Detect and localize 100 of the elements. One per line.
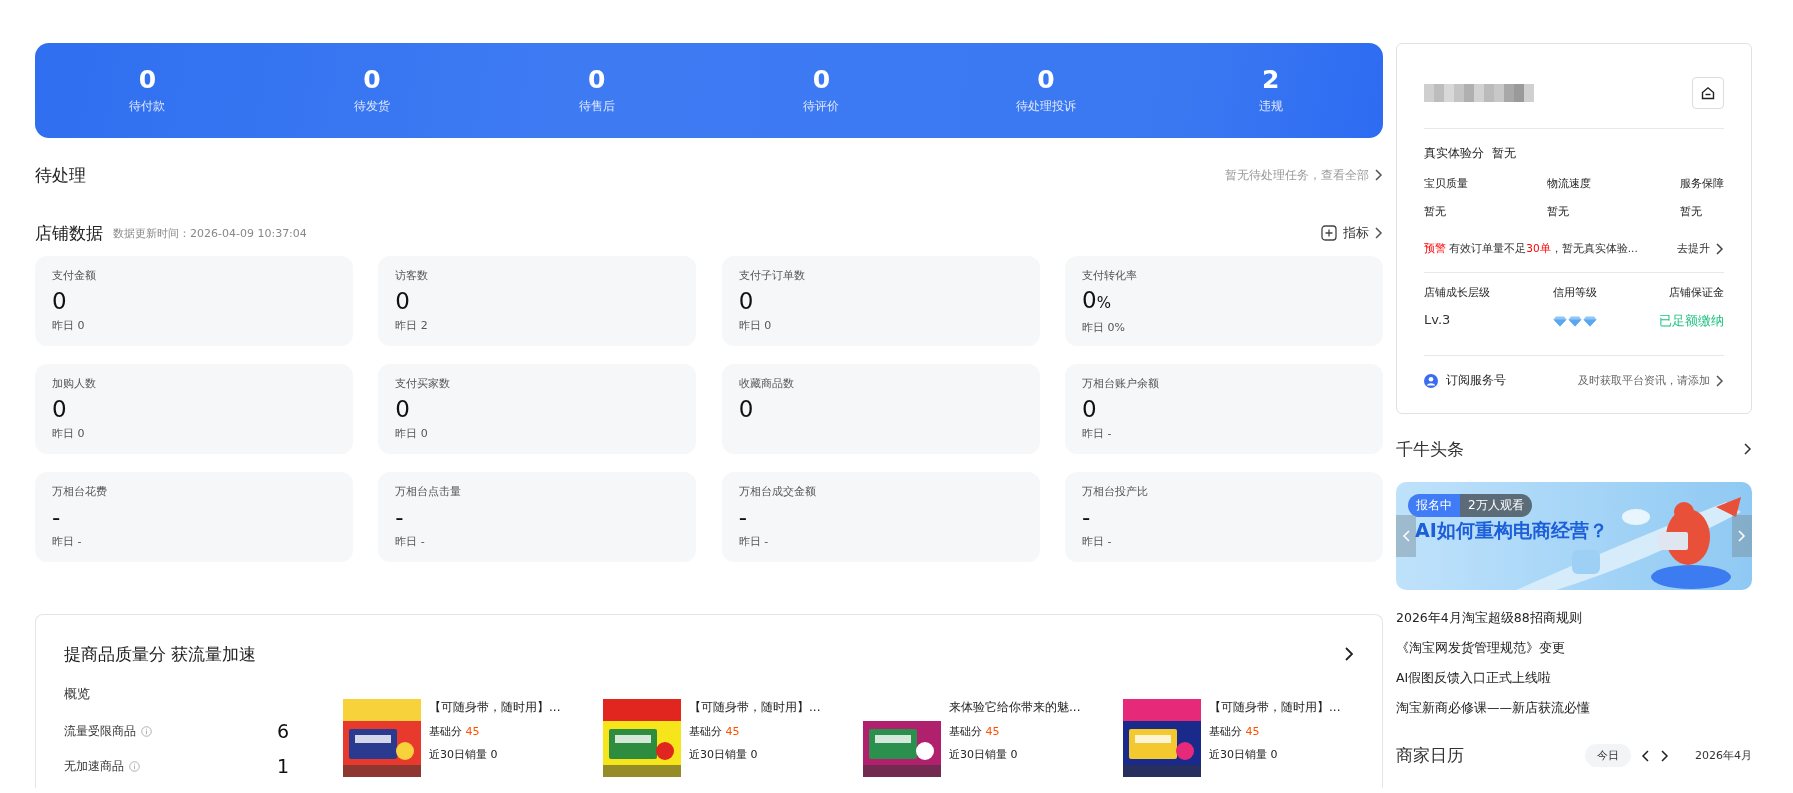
diamond-icon bbox=[1552, 315, 1567, 327]
diamond-icon bbox=[1567, 315, 1582, 327]
product-title[interactable]: 来体验它给你带来的魅... bbox=[949, 699, 1081, 716]
level-label: 店铺成长层级 bbox=[1424, 285, 1490, 300]
metric-value: - bbox=[52, 503, 62, 532]
metric-value: 0 bbox=[52, 395, 68, 424]
status-label[interactable]: 待付款 bbox=[129, 97, 166, 115]
score-label: 宝贝质量 bbox=[1424, 176, 1468, 191]
prev-month-button[interactable] bbox=[1641, 748, 1651, 763]
news-link[interactable]: 淘宝新商必修课——新店获流必懂 bbox=[1396, 700, 1752, 718]
news-link[interactable]: 2026年4月淘宝超级88招商规则 bbox=[1396, 610, 1752, 628]
metric-label: 支付转化率 bbox=[1082, 268, 1138, 283]
yesterday-value: 昨日 - bbox=[1082, 534, 1113, 549]
metric-card[interactable]: 万相台投产比 - 昨日 - bbox=[1065, 472, 1383, 562]
metric-label: 支付子订单数 bbox=[738, 268, 806, 284]
next-month-button[interactable] bbox=[1661, 748, 1671, 763]
section-title: 待处理 bbox=[35, 163, 86, 187]
metric-card[interactable]: 万相台花费 - 昨日 - bbox=[35, 472, 353, 562]
panel-title: 提商品质量分 获流量加速 bbox=[64, 642, 257, 666]
subscribe-link[interactable]: 及时获取平台资讯，请添加 bbox=[1578, 373, 1724, 388]
plus-icon bbox=[1321, 225, 1337, 241]
metric-value: - bbox=[395, 503, 405, 532]
metric-card[interactable]: 支付转化率 0% 昨日 0% bbox=[1065, 256, 1383, 346]
yesterday-value: 昨日 0% bbox=[1082, 320, 1126, 335]
yesterday-value: 昨日 - bbox=[1082, 426, 1113, 441]
metric-label: 万相台花费 bbox=[52, 484, 108, 500]
yesterday-value: 昨日 0 bbox=[395, 426, 429, 441]
status-count[interactable]: 0 bbox=[812, 66, 831, 92]
status-count[interactable]: 2 bbox=[1262, 66, 1280, 92]
yesterday-value: 昨日 0 bbox=[52, 318, 86, 333]
info-icon bbox=[129, 760, 140, 772]
score-value: 暂无 bbox=[1424, 204, 1447, 219]
chevron-icon bbox=[1716, 374, 1724, 387]
metric-card[interactable]: 万相台成交金额 - 昨日 - bbox=[721, 472, 1040, 562]
metric-label: 万相台成交金额 bbox=[738, 484, 817, 500]
status-count[interactable]: 0 bbox=[587, 66, 606, 92]
home-button[interactable] bbox=[1692, 77, 1724, 109]
level-label: 店铺保证金 bbox=[1669, 285, 1724, 300]
metric-label: 万相台投产比 bbox=[1082, 484, 1149, 500]
metrics-button[interactable]: 指标 bbox=[1321, 224, 1383, 242]
today-button[interactable]: 今日 bbox=[1585, 744, 1631, 767]
status-count[interactable]: 0 bbox=[138, 66, 157, 92]
overview-label: 无加速商品 bbox=[64, 757, 124, 775]
yesterday-value: 昨日 - bbox=[395, 534, 426, 549]
chevron-icon bbox=[1661, 749, 1669, 762]
chevron-icon bbox=[1375, 227, 1383, 239]
news-link[interactable]: AI假图反馈入口正式上线啦 bbox=[1396, 670, 1752, 688]
metric-card[interactable]: 支付买家数 0 昨日 0 bbox=[378, 364, 697, 454]
improve-link[interactable]: 去提升 bbox=[1677, 242, 1724, 256]
score-label: 真实体验分 bbox=[1424, 145, 1484, 162]
news-link[interactable]: 《淘宝网发货管理规范》变更 bbox=[1396, 640, 1752, 658]
yesterday-value: 昨日 2 bbox=[395, 318, 429, 333]
metric-card[interactable]: 加购人数 0 昨日 0 bbox=[35, 364, 353, 454]
metric-card[interactable]: 支付金额 0 昨日 0 bbox=[35, 256, 353, 346]
update-time: 数据更新时间：2026-04-09 10:37:04 bbox=[113, 225, 307, 241]
metric-value: 0 bbox=[52, 287, 68, 316]
level-value: 已足额缴纳 bbox=[1659, 312, 1724, 330]
yesterday-value: 昨日 - bbox=[738, 534, 770, 549]
metric-value: 0 bbox=[738, 287, 755, 316]
overview-title: 概览 bbox=[64, 685, 91, 703]
metric-card[interactable]: 万相台点击量 - 昨日 - bbox=[378, 472, 697, 562]
status-label[interactable]: 违规 bbox=[1258, 97, 1283, 115]
chevron-icon bbox=[1375, 169, 1383, 181]
user-icon bbox=[1424, 373, 1438, 388]
metric-card[interactable]: 支付子订单数 0 昨日 0 bbox=[721, 256, 1040, 346]
metric-card[interactable]: 访客数 0 昨日 2 bbox=[378, 256, 697, 346]
level-label: 信用等级 bbox=[1552, 285, 1597, 300]
metric-value: 0 bbox=[1082, 395, 1098, 424]
diamond-icon bbox=[1582, 315, 1597, 327]
metric-label: 万相台账户余额 bbox=[1082, 376, 1160, 392]
status-label[interactable]: 待发货 bbox=[354, 97, 390, 115]
metric-value: - bbox=[1082, 503, 1092, 532]
metric-label: 支付金额 bbox=[52, 268, 97, 284]
product-score: 基础分 45 bbox=[689, 724, 741, 739]
level-value: Lv.3 bbox=[1424, 312, 1452, 329]
chevron-icon bbox=[1716, 243, 1724, 255]
warning-text: 预警 有效订单量不足30单，暂无真实体验... bbox=[1424, 242, 1638, 256]
product-title[interactable]: 【可随身带，随时用】... bbox=[1209, 699, 1341, 716]
chevron-icon bbox=[1344, 647, 1354, 661]
product-score: 基础分 45 bbox=[949, 724, 1001, 739]
status-count[interactable]: 0 bbox=[1037, 66, 1055, 92]
banner-tag: 报名中 bbox=[1408, 494, 1460, 517]
yesterday-value: 昨日 0 bbox=[52, 426, 86, 441]
status-count[interactable]: 0 bbox=[363, 66, 381, 92]
product-title[interactable]: 【可随身带，随时用】... bbox=[429, 699, 561, 716]
metric-value: - bbox=[738, 503, 748, 532]
chevron-icon bbox=[1744, 443, 1752, 455]
chevron-icon bbox=[1641, 749, 1649, 762]
product-title[interactable]: 【可随身带，随时用】... bbox=[689, 699, 821, 716]
metric-card[interactable]: 万相台账户余额 0 昨日 - bbox=[1065, 364, 1383, 454]
info-icon bbox=[141, 725, 152, 737]
section-title: 千牛头条 bbox=[1396, 437, 1464, 461]
metric-label: 访客数 bbox=[395, 268, 430, 284]
score-value: 暂无 bbox=[1547, 204, 1570, 219]
score-label: 服务保障 bbox=[1680, 176, 1724, 191]
score-value: 暂无 bbox=[1680, 204, 1702, 219]
metric-card[interactable]: 收藏商品数 0 bbox=[721, 364, 1040, 454]
product-sales: 近30日销量 0 bbox=[429, 747, 499, 762]
overview-count: 6 bbox=[276, 720, 289, 742]
subscribe-label: 订阅服务号 bbox=[1446, 372, 1506, 389]
